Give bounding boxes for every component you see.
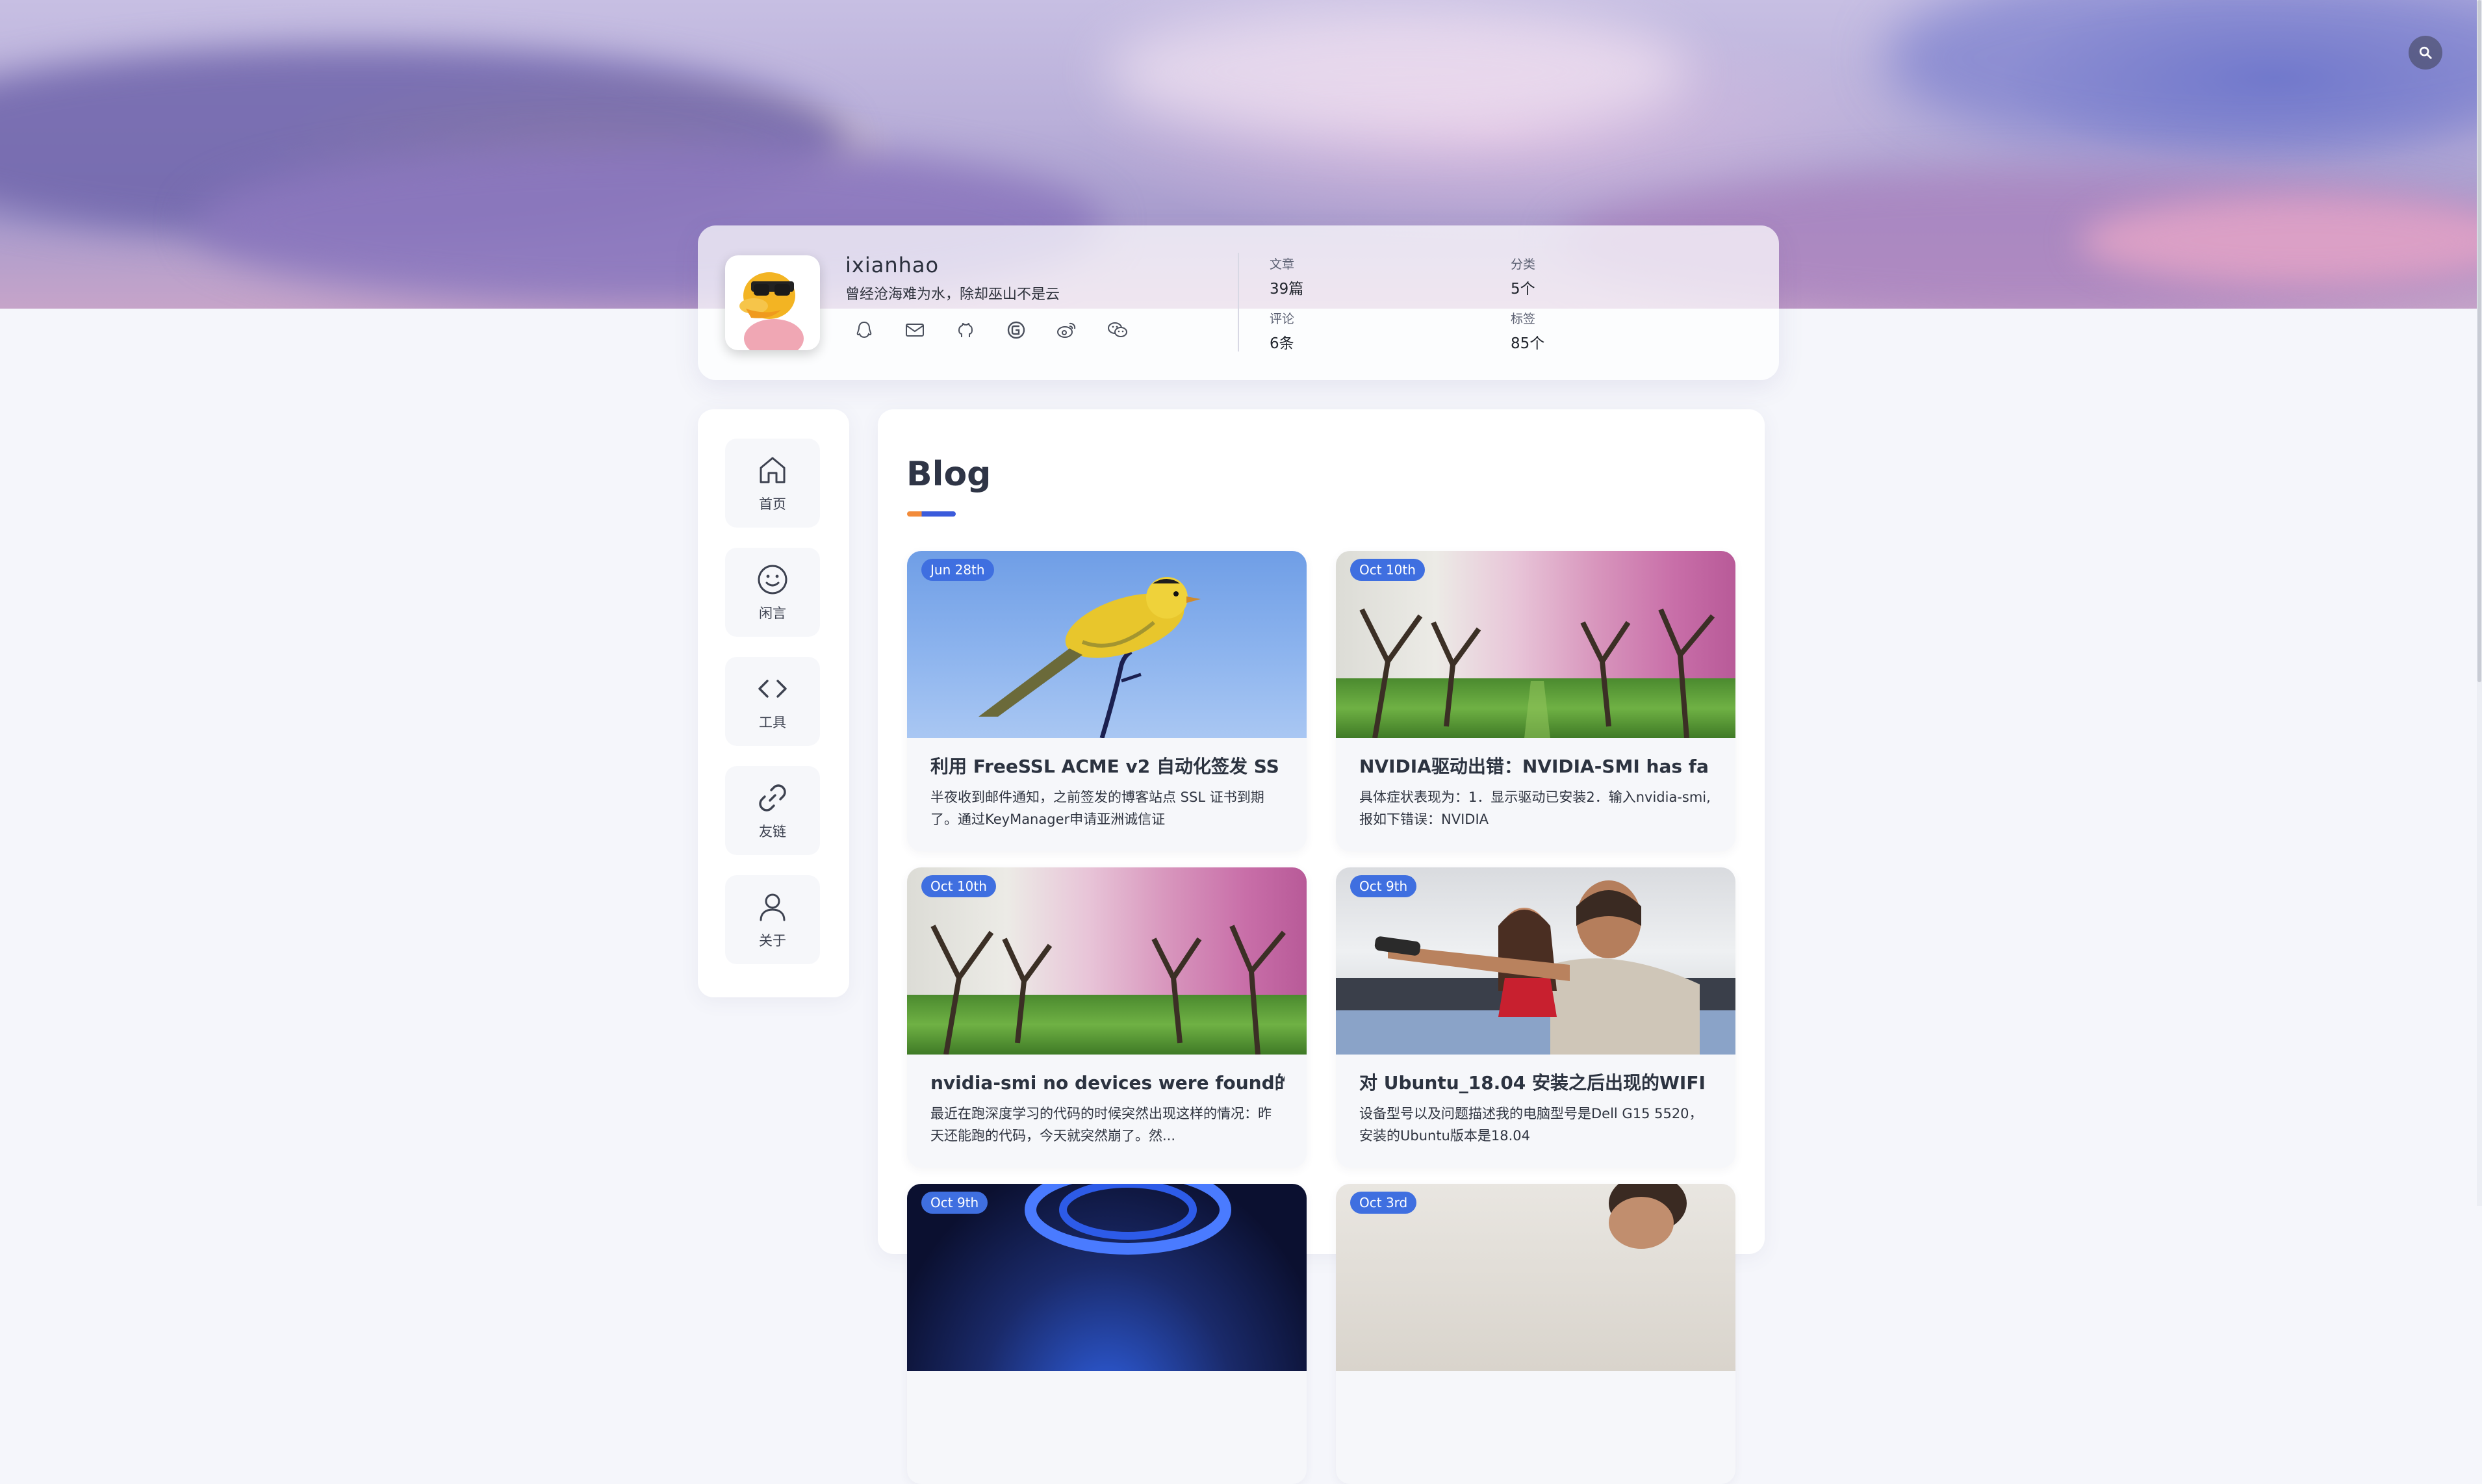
wechat-link[interactable] — [1105, 318, 1130, 342]
title-underline — [907, 511, 956, 517]
home-icon — [760, 457, 786, 483]
avatar-image — [739, 272, 804, 350]
post-date-badge: Oct 3rd — [1350, 1192, 1417, 1214]
user-icon — [760, 893, 786, 921]
sidebar-nav: 首页 闲言 工具 友链 关于 — [698, 409, 849, 997]
nav-item-label: 关于 — [759, 932, 786, 949]
gitee-link[interactable] — [1004, 318, 1029, 342]
github-icon — [958, 323, 973, 337]
nav-item-idle-talk[interactable]: 闲言 — [725, 548, 820, 637]
weibo-link[interactable] — [1055, 318, 1079, 342]
stat-comments-value: 6条 — [1270, 335, 1294, 352]
post-excerpt: 最近在跑深度学习的代码的时候突然出现这样的情况：昨天还能跑的代码，今天就突然崩了… — [930, 1106, 1272, 1144]
wechat-icon — [1108, 322, 1127, 337]
qq-link[interactable] — [852, 318, 876, 342]
nav-item-label: 首页 — [759, 496, 786, 512]
scrollbar-thumb[interactable] — [2477, 0, 2481, 682]
github-link[interactable] — [953, 318, 978, 342]
post-card[interactable]: Oct 9th 对 Ubuntu_18.04 安装之后出现的WIFI 设备型号以… — [1336, 867, 1735, 1168]
post-thumbnail: Oct 3rd — [1336, 1184, 1735, 1371]
search-icon — [2419, 46, 2432, 59]
post-thumbnail: Oct 9th — [1336, 867, 1735, 1055]
stat-tags-label: 标签 — [1511, 312, 1536, 326]
post-title[interactable]: 对 Ubuntu_18.04 安装之后出现的WIFI — [1359, 1069, 1713, 1095]
nav-item-home[interactable]: 首页 — [725, 439, 820, 528]
link-icon — [759, 784, 786, 812]
post-card[interactable]: Oct 9th — [907, 1184, 1307, 1484]
mail-link[interactable] — [902, 318, 927, 342]
mail-icon — [906, 324, 924, 337]
stat-articles-value: 39篇 — [1270, 281, 1304, 298]
post-card[interactable]: Jun 28th 利用 FreeSSL ACME v2 自动化签发 SS 半夜收… — [907, 551, 1307, 851]
page-scrollbar[interactable] — [2477, 0, 2482, 1206]
post-date-badge: Jun 28th — [921, 559, 994, 581]
page-title: Blog — [906, 455, 992, 494]
nav-item-tools[interactable]: 工具 — [725, 657, 820, 746]
post-date-badge: Oct 9th — [1350, 875, 1417, 897]
nav-item-label: 闲言 — [759, 605, 786, 621]
profile-motto: 曾经沧海难为水，除却巫山不是云 — [845, 287, 1060, 303]
post-title[interactable]: NVIDIA驱动出错：NVIDIA-SMI has fa — [1359, 752, 1713, 778]
profile-card: ixianhao 曾经沧海难为水，除却巫山不是云 文章 39篇 分类 5个 评论… — [698, 225, 1779, 380]
stat-articles[interactable]: 文章 39篇 — [1270, 255, 1303, 298]
post-excerpt: 具体症状表现为：1．显示驱动已安装2．输入nvidia-smi,报如下错误：NV… — [1359, 789, 1711, 827]
post-date-badge: Oct 10th — [921, 875, 996, 897]
stat-categories[interactable]: 分类 5个 — [1511, 255, 1535, 298]
post-title[interactable]: nvidia-smi no devices were found的 — [930, 1069, 1285, 1095]
social-links — [852, 318, 1130, 342]
nav-item-friend-links[interactable]: 友链 — [725, 766, 820, 855]
code-icon — [758, 679, 787, 698]
smile-icon — [758, 565, 787, 594]
stat-comments-label: 评论 — [1270, 312, 1295, 326]
post-date-badge: Oct 9th — [921, 1192, 988, 1214]
avatar[interactable] — [725, 255, 820, 350]
post-title[interactable]: 利用 FreeSSL ACME v2 自动化签发 SS — [930, 752, 1285, 778]
nav-item-label: 友链 — [759, 823, 786, 839]
post-card[interactable]: Oct 10th NVIDIA驱动出错：NVIDIA-SMI has fa 具体… — [1336, 551, 1735, 851]
post-card[interactable]: Oct 10th nvidia-smi no devices were foun… — [907, 867, 1307, 1168]
profile-name: ixianhao — [845, 253, 940, 277]
stat-comments[interactable]: 评论 6条 — [1270, 309, 1294, 353]
stat-categories-value: 5个 — [1511, 281, 1535, 298]
post-thumbnail: Oct 10th — [1336, 551, 1735, 738]
post-card[interactable]: Oct 3rd — [1336, 1184, 1735, 1484]
stat-categories-label: 分类 — [1511, 257, 1536, 272]
post-thumbnail: Oct 10th — [907, 867, 1307, 1055]
profile-divider — [1238, 253, 1239, 352]
stat-articles-label: 文章 — [1270, 257, 1295, 272]
stat-tags-value: 85个 — [1511, 335, 1545, 352]
search-button[interactable] — [2409, 36, 2442, 70]
nav-item-about[interactable]: 关于 — [725, 875, 820, 964]
nav-item-label: 工具 — [759, 714, 786, 730]
post-excerpt: 半夜收到邮件通知，之前签发的博客站点 SSL 证书到期了。通过KeyManage… — [930, 789, 1264, 827]
post-excerpt: 设备型号以及问题描述我的电脑型号是Dell G15 5520，安装的Ubuntu… — [1359, 1106, 1703, 1144]
qq-icon — [856, 321, 872, 339]
gitee-icon — [1007, 321, 1025, 339]
main-content: Blog Jun 28th 利用 FreeSSL ACME v2 自动化签发 S… — [878, 409, 1765, 1484]
stat-tags[interactable]: 标签 85个 — [1511, 309, 1544, 353]
post-thumbnail: Jun 28th — [907, 551, 1307, 738]
post-date-badge: Oct 10th — [1350, 559, 1425, 581]
post-thumbnail: Oct 9th — [907, 1184, 1307, 1371]
weibo-icon — [1057, 322, 1076, 338]
